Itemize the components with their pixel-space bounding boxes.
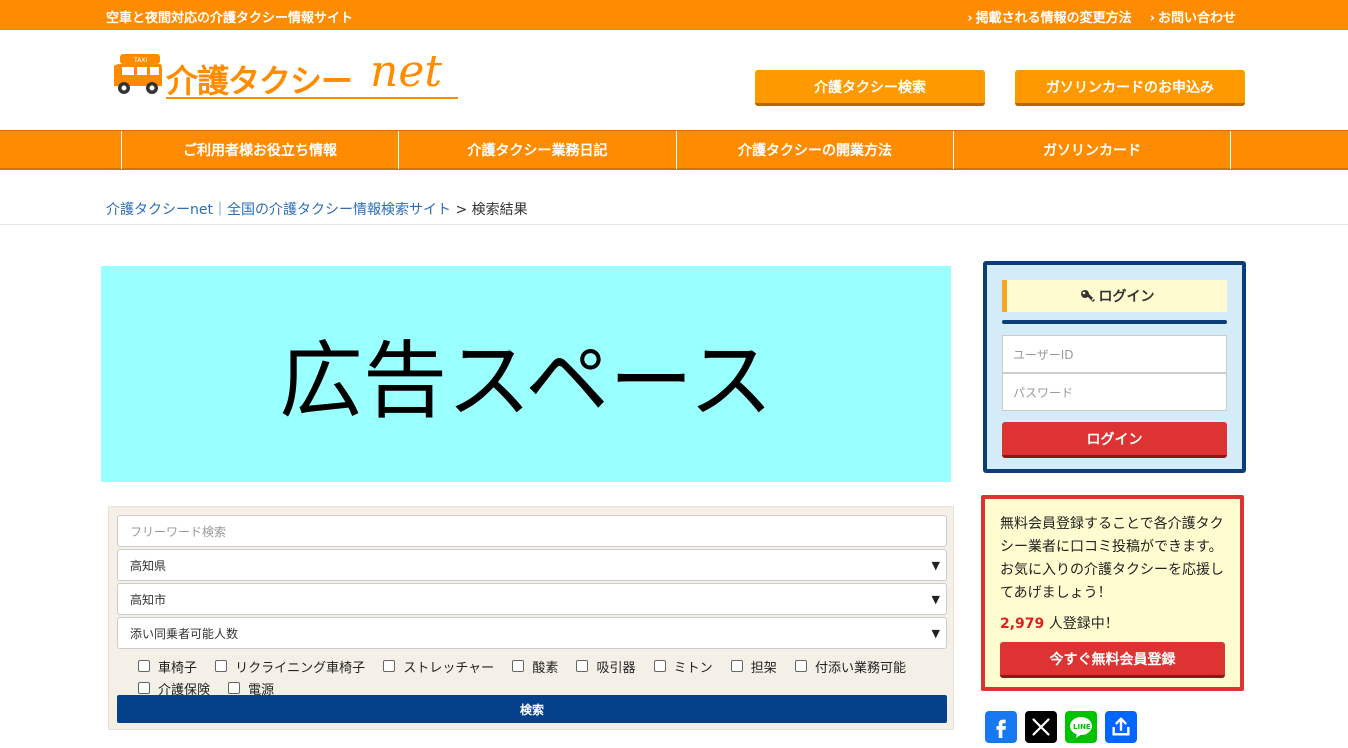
option-checkboxes: 車椅子 リクライニング車椅子 ストレッチャー 酸素 吸引器 ミトン 担架 付添い… [138,655,938,699]
checkbox-suction[interactable]: 吸引器 [576,655,636,677]
logo-underline [166,97,458,99]
register-description: 無料会員登録することで各介護タクシー業者に口コミ投稿ができます。お気に入りの介護… [1000,516,1224,601]
site-logo[interactable]: TAXI 介護タクシー net [112,46,462,102]
login-heading: ログイン [1002,280,1227,312]
nav-item-diary[interactable]: 介護タクシー業務日記 [398,131,676,169]
chevron-right-icon: › [967,11,973,26]
checkbox-box[interactable] [228,682,241,694]
ad-space[interactable]: 広告スペース [101,266,951,482]
breadcrumb: 介護タクシーnet｜全国の介護タクシー情報検索サイト > 検索結果 [106,199,528,219]
passengers-select[interactable]: 添い同乗者可能人数 ▼ [117,617,947,649]
member-count: 2,979 人登録中！ [1000,613,1119,633]
city-select[interactable]: 高知市 ▼ [117,583,947,615]
nav-item-opening[interactable]: 介護タクシーの開業方法 [676,131,953,169]
member-count-suffix: 人登録中！ [1048,616,1119,632]
checkbox-box[interactable] [138,682,150,694]
checkbox-wheelchair[interactable]: 車椅子 [138,655,197,677]
checkbox-stretcher[interactable]: ストレッチャー [383,655,494,677]
taxi-van-icon: TAXI [114,54,162,94]
nav-item-gas-card[interactable]: ガソリンカード [953,131,1230,169]
link-contact[interactable]: › お問い合わせ [1150,7,1236,26]
checkbox-box[interactable] [576,660,589,672]
svg-text:TAXI: TAXI [133,57,147,64]
link-change-info[interactable]: › 掲載される情報の変更方法 [967,7,1131,26]
login-separator [1002,320,1227,324]
site-tagline: 空車と夜間対応の介護タクシー情報サイト [106,11,354,26]
userid-input[interactable]: ユーザーID [1002,335,1227,373]
logo-net: net [370,46,443,97]
checkbox-box[interactable] [138,660,150,672]
nav-item-user-info[interactable]: ご利用者様お役立ち情報 [121,131,398,169]
key-icon [1080,290,1095,302]
member-count-number: 2,979 [1000,616,1045,632]
search-button[interactable]: 検索 [117,695,947,723]
taxi-search-button[interactable]: 介護タクシー検索 [755,70,985,106]
divider [0,224,1348,225]
freeword-search-input[interactable]: フリーワード検索 [117,515,947,547]
checkbox-box[interactable] [730,660,743,672]
main-nav: ご利用者様お役立ち情報 介護タクシー業務日記 介護タクシーの開業方法 ガソリンカ… [0,130,1348,170]
breadcrumb-home-link[interactable]: 介護タクシーnet｜全国の介護タクシー情報検索サイト [106,202,451,218]
prefecture-select[interactable]: 高知県 ▼ [117,549,947,581]
checkbox-box[interactable] [383,660,396,672]
checkbox-stretcher-carry[interactable]: 担架 [730,655,777,677]
x-icon[interactable] [1025,711,1057,743]
checkbox-box[interactable] [512,660,525,672]
checkbox-attendant[interactable]: 付添い業務可能 [794,655,906,677]
chevron-down-icon: ▼ [931,627,940,640]
checkbox-box[interactable] [215,660,228,672]
checkbox-oxygen[interactable]: 酸素 [512,655,558,677]
chevron-down-icon: ▼ [931,593,940,606]
top-links: › 掲載される情報の変更方法 › お問い合わせ [967,7,1236,26]
login-panel: ログイン ユーザーID パスワード ログイン [983,261,1246,473]
facebook-icon[interactable] [985,711,1017,743]
register-button[interactable]: 今すぐ無料会員登録 [1000,642,1225,678]
top-bar: 空車と夜間対応の介護タクシー情報サイト › 掲載される情報の変更方法 › お問い合わ… [0,0,1348,30]
chevron-down-icon: ▼ [931,559,940,572]
svg-text:LINE: LINE [1073,723,1091,731]
password-input[interactable]: パスワード [1002,373,1227,411]
login-button[interactable]: ログイン [1002,422,1227,458]
share-buttons: LINE [985,711,1137,743]
checkbox-reclining-wheelchair[interactable]: リクライニング車椅子 [215,655,365,677]
search-form: フリーワード検索 高知県 ▼ 高知市 ▼ 添い同乗者可能人数 ▼ 車椅子 リクラ… [108,506,954,730]
register-panel: 無料会員登録することで各介護タクシー業者に口コミ投稿ができます。お気に入りの介護… [981,495,1244,691]
share-icon[interactable] [1105,711,1137,743]
nav-divider [1230,131,1231,169]
breadcrumb-current: 検索結果 [471,202,528,218]
line-icon[interactable]: LINE [1065,711,1097,743]
header: TAXI 介護タクシー net 介護タクシー検索 ガソリンカードのお申込み [0,30,1348,130]
checkbox-box[interactable] [653,660,666,672]
logo-text: 介護タクシー [166,62,353,100]
gas-card-apply-button[interactable]: ガソリンカードのお申込み [1015,70,1245,106]
breadcrumb-separator: > [455,202,468,218]
chevron-right-icon: › [1149,11,1155,26]
checkbox-box[interactable] [794,660,807,672]
checkbox-mitten[interactable]: ミトン [653,655,713,677]
